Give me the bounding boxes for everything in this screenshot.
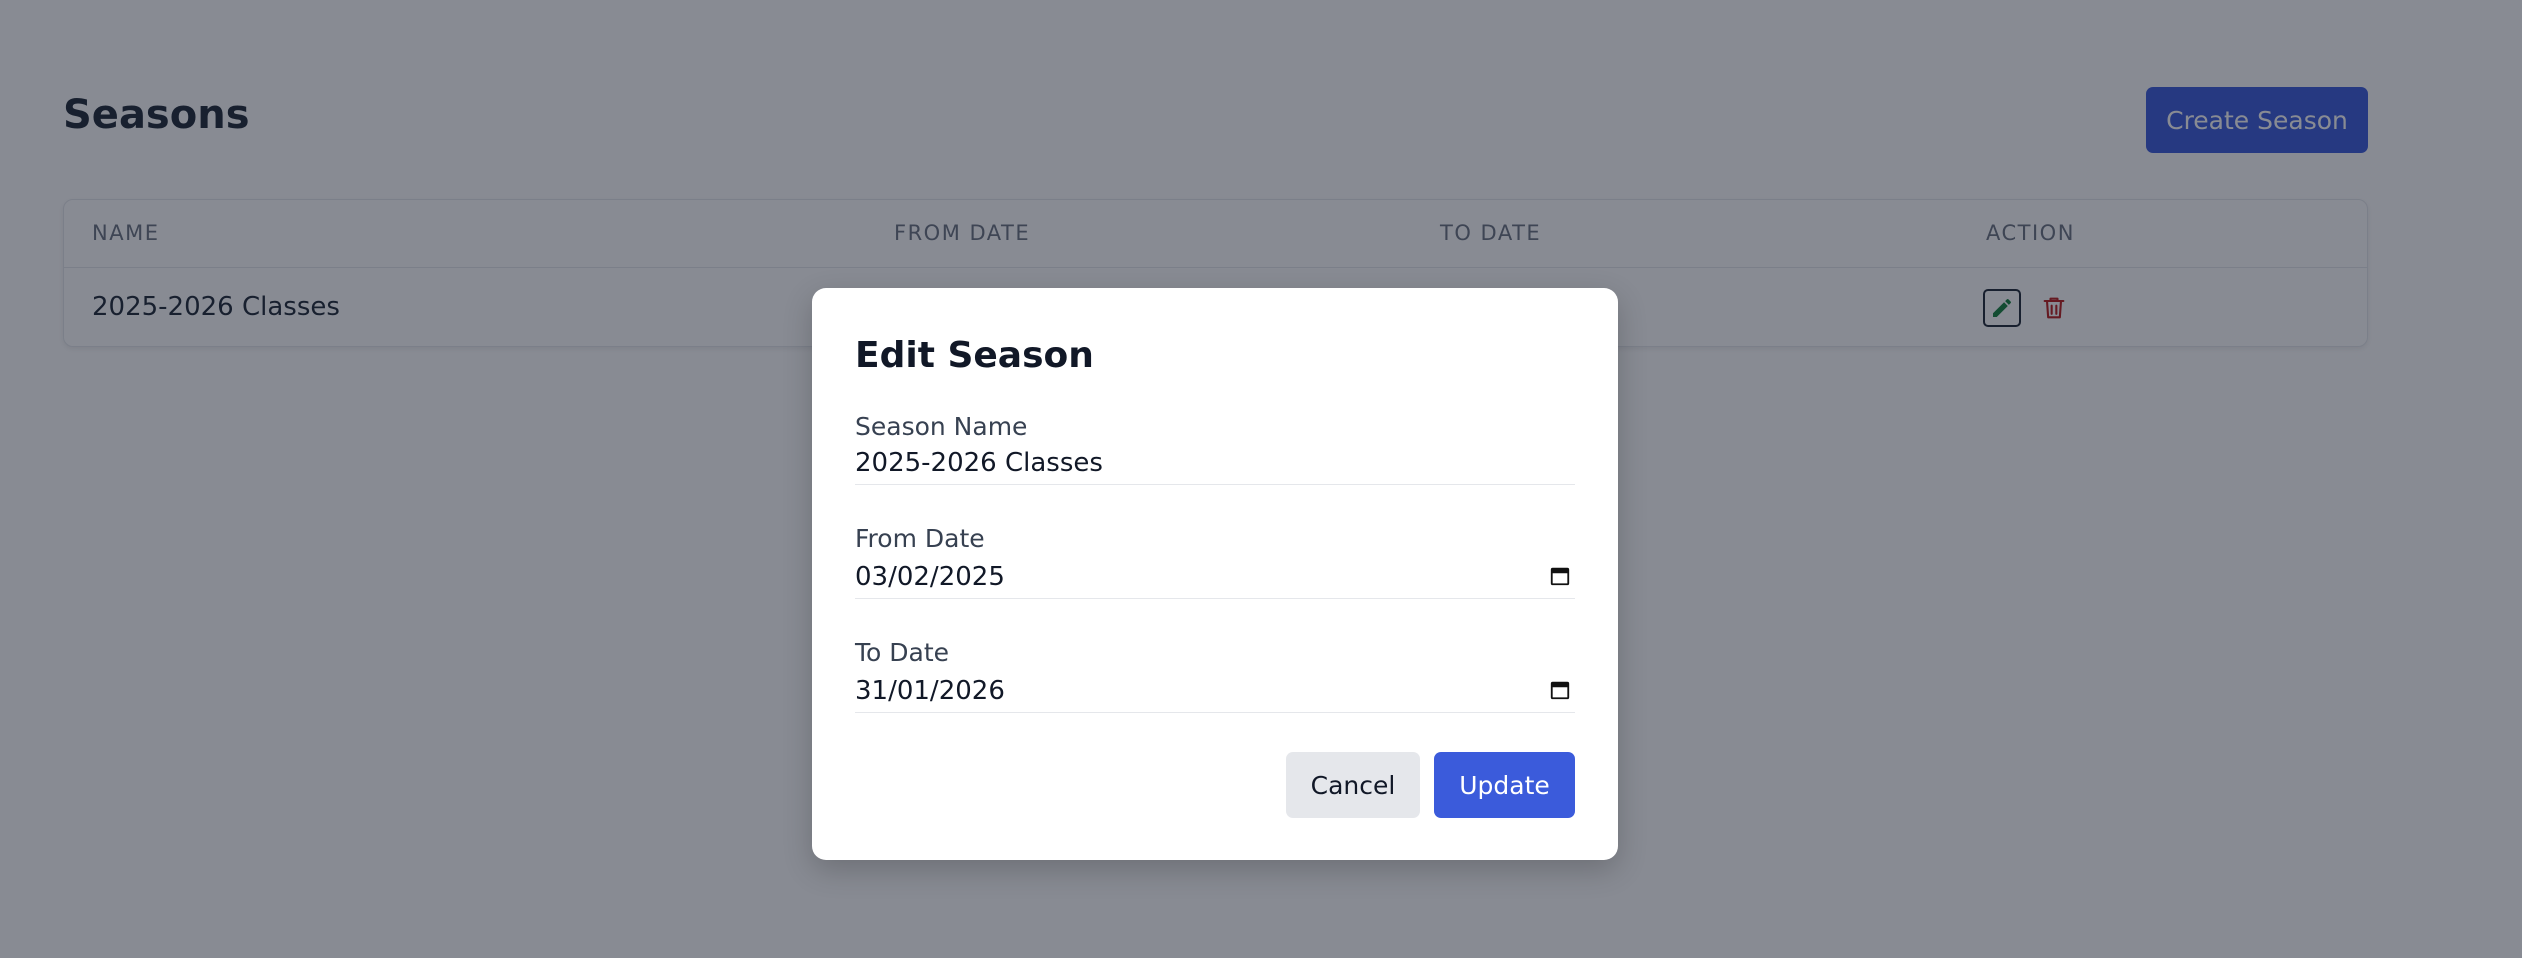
to-date-label: To Date: [855, 638, 950, 667]
calendar-icon[interactable]: [1549, 679, 1571, 701]
season-name-input[interactable]: [855, 447, 1575, 478]
edit-season-modal: Edit Season Season Name From Date To Dat…: [812, 288, 1618, 860]
cancel-button[interactable]: Cancel: [1286, 752, 1420, 818]
calendar-icon[interactable]: [1549, 565, 1571, 587]
to-date-field: [855, 669, 1575, 713]
season-name-label: Season Name: [855, 412, 1028, 441]
update-button[interactable]: Update: [1434, 752, 1575, 818]
season-name-field: [855, 441, 1575, 485]
modal-title: Edit Season: [855, 335, 1094, 376]
from-date-input[interactable]: [855, 561, 1575, 592]
from-date-field: [855, 555, 1575, 599]
from-date-label: From Date: [855, 524, 985, 553]
to-date-input[interactable]: [855, 675, 1575, 706]
